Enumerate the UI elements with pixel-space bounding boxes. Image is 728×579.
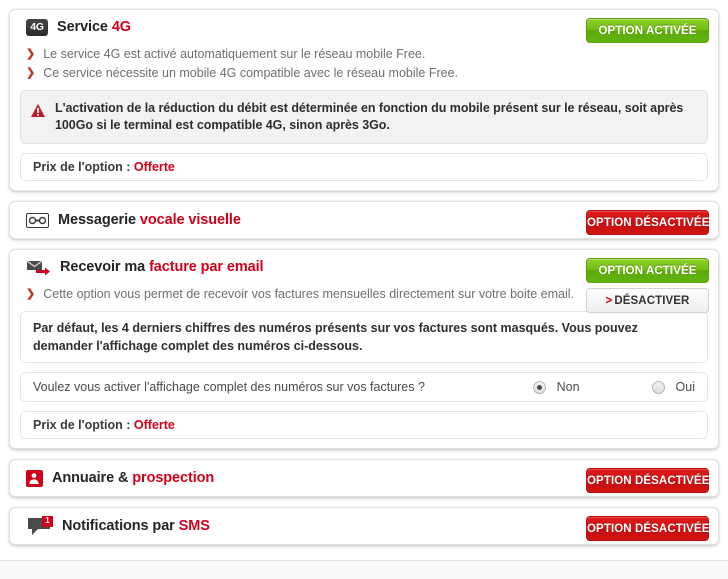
warning-box-wrap: L'activation de la réduction du débit es… (10, 90, 718, 153)
title-highlight: facture par email (149, 259, 264, 275)
list-item-label: Ce service nécessite un mobile 4G compat… (43, 66, 459, 80)
list-item: ❯ Ce service nécessite un mobile 4G comp… (26, 64, 702, 83)
list-item-label: Cette option vous permet de recevoir vos… (43, 287, 575, 301)
price-row: Prix de l'option : Offerte (20, 153, 708, 181)
title-highlight: prospection (132, 470, 215, 486)
info-text: Par défaut, les 4 derniers chiffres des … (20, 311, 708, 363)
radio-option-oui[interactable]: Oui (651, 380, 695, 394)
warning-box: L'activation de la réduction du débit es… (20, 90, 708, 144)
title-plain: Messagerie (58, 212, 140, 228)
title-highlight: vocale visuelle (139, 212, 241, 228)
radio-label-oui: Oui (675, 380, 695, 394)
radio-group-question: Voulez vous activer l'affichage complet … (33, 380, 425, 394)
chevron-right-icon: ❯ (26, 48, 36, 60)
warning-triangle-icon (31, 104, 45, 122)
directory-icon (26, 469, 43, 487)
price-box-wrap: Prix de l'option : Offerte (10, 411, 718, 448)
radio-row-wrap: Voulez vous activer l'affichage complet … (10, 372, 718, 411)
option-status-button[interactable]: OPTION ACTIVÉE (586, 18, 709, 43)
radio-group: Voulez vous activer l'affichage complet … (20, 372, 708, 402)
title-plain: Annuaire & (52, 470, 133, 486)
price-value: Offerte (133, 160, 175, 174)
footer-divider (0, 560, 728, 579)
price-value: Offerte (133, 418, 175, 432)
page-title: Service 4G (57, 19, 131, 35)
4g-badge-icon: 4G (26, 18, 48, 36)
title-highlight: SMS (178, 518, 210, 534)
option-card-service-4g: 4G Service 4G OPTION ACTIVÉE ❯ Le servic… (9, 9, 719, 191)
list-item-label: Le service 4G est activé automatiquement… (43, 47, 426, 61)
option-card-facture-par-email: Recevoir ma facture par email OPTION ACT… (9, 249, 719, 449)
chevron-right-icon: ❯ (26, 67, 36, 79)
radio-input-non[interactable] (532, 380, 546, 394)
chevron-right-icon: ❯ (26, 288, 36, 300)
action-buttons: OPTION DÉSACTIVÉE (586, 516, 709, 541)
action-buttons: OPTION DÉSACTIVÉE (586, 468, 709, 493)
title-plain: Notifications par (62, 518, 179, 534)
warning-text: L'activation de la réduction du débit es… (55, 101, 684, 132)
price-row: Prix de l'option : Offerte (20, 411, 708, 439)
notification-badge: 1 (42, 515, 53, 527)
title-plain: Recevoir ma (60, 259, 150, 275)
chevron-right-icon: > (605, 295, 613, 307)
option-card-messagerie-vocale-visuelle: Messagerie vocale visuelle OPTION DÉSACT… (9, 201, 719, 239)
radio-label-non: Non (556, 380, 580, 394)
options-page: 4G Service 4G OPTION ACTIVÉE ❯ Le servic… (0, 0, 728, 579)
action-buttons: OPTION DÉSACTIVÉE (586, 210, 709, 235)
option-card-notifications-sms: 1 Notifications par SMS OPTION DÉSACTIVÉ… (9, 507, 719, 545)
deactivate-button-label: DÉSACTIVER (614, 295, 690, 307)
price-label: Prix de l'option : (33, 418, 131, 432)
title-plain: Service (57, 19, 112, 35)
price-label: Prix de l'option : (33, 160, 131, 174)
card-title: Messagerie vocale visuelle (58, 212, 241, 228)
action-buttons: OPTION ACTIVÉE > DÉSACTIVER (586, 258, 709, 313)
bullet-list: ❯ Le service 4G est activé automatiqueme… (10, 44, 718, 90)
list-item: ❯ Le service 4G est activé automatiqueme… (26, 45, 702, 64)
card-title: Recevoir ma facture par email (60, 259, 264, 275)
price-box-wrap: Prix de l'option : Offerte (10, 153, 718, 190)
email-invoice-icon (26, 259, 51, 275)
radio-option-non[interactable]: Non (532, 380, 580, 394)
info-box-wrap: Par défaut, les 4 derniers chiffres des … (10, 311, 718, 372)
option-status-button[interactable]: OPTION DÉSACTIVÉE (586, 516, 709, 541)
card-title: Notifications par SMS (62, 518, 210, 534)
option-status-button[interactable]: OPTION DÉSACTIVÉE (586, 468, 709, 493)
action-buttons: OPTION ACTIVÉE (586, 18, 709, 43)
radio-input-oui[interactable] (651, 380, 665, 394)
card-title: Annuaire & prospection (52, 470, 214, 486)
option-status-button[interactable]: OPTION ACTIVÉE (586, 258, 709, 283)
option-status-button[interactable]: OPTION DÉSACTIVÉE (586, 210, 709, 235)
deactivate-button[interactable]: > DÉSACTIVER (586, 288, 709, 313)
sms-bubble-icon: 1 (26, 515, 53, 537)
voicemail-icon (26, 212, 49, 228)
option-card-annuaire-prospection: Annuaire & prospection OPTION DÉSACTIVÉE (9, 459, 719, 497)
title-highlight: 4G (111, 19, 131, 35)
